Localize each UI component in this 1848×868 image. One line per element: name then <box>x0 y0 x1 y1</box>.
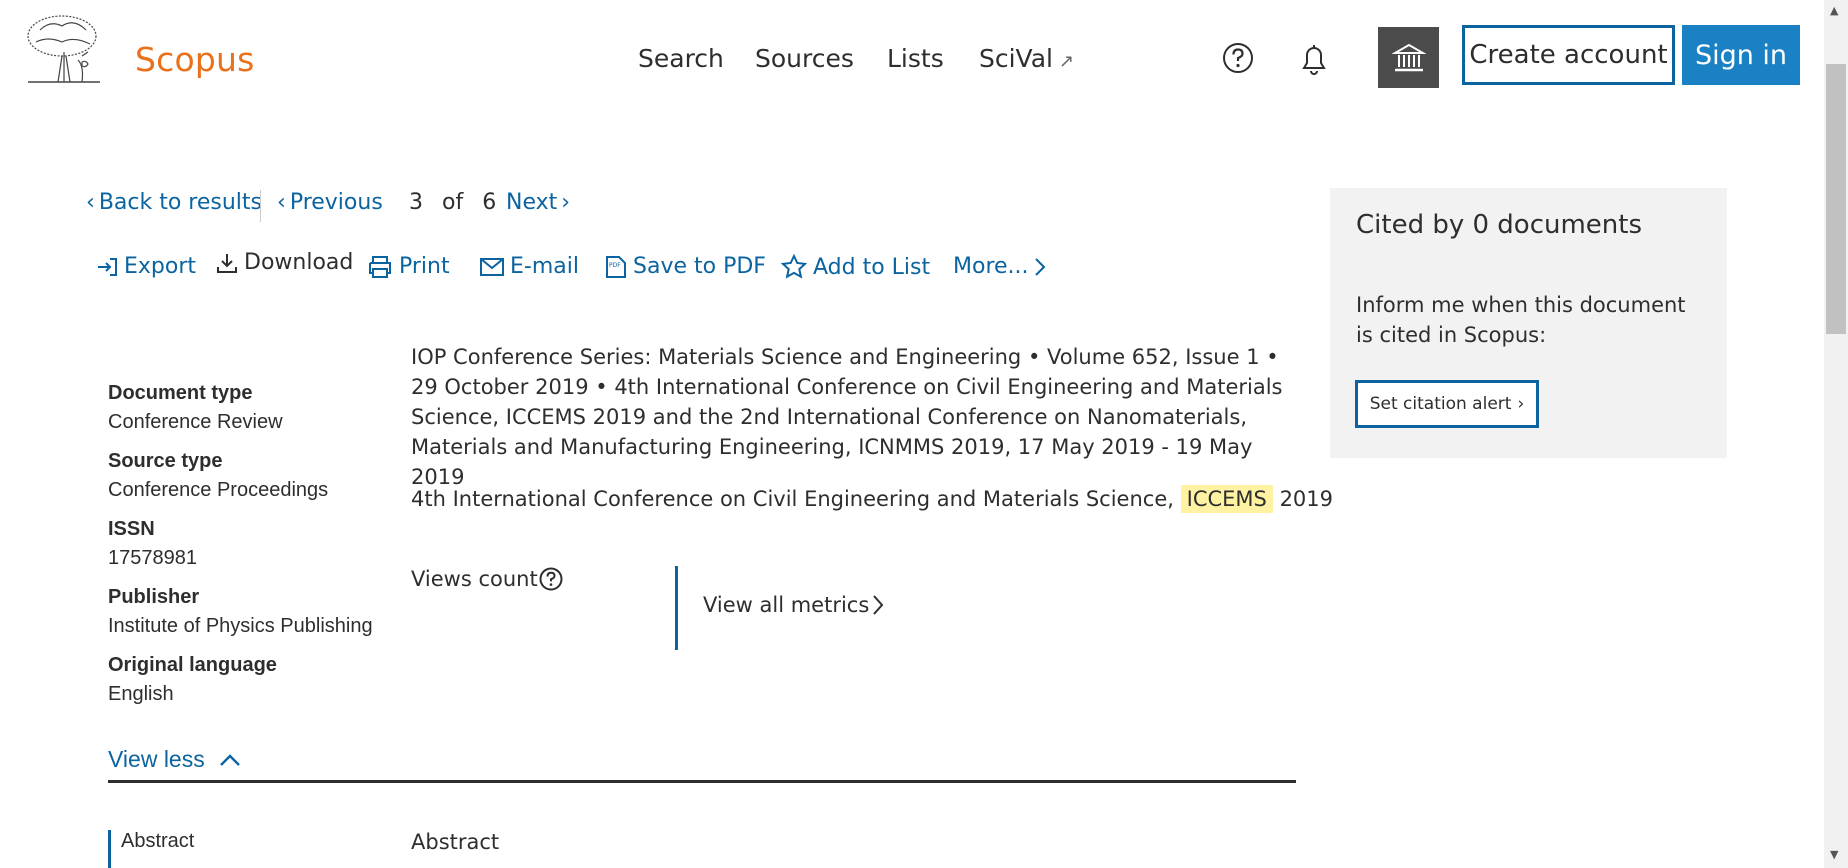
chevron-left-icon: ‹ <box>277 190 286 215</box>
result-position: 3 of 6 <box>409 190 497 215</box>
bullet-separator: • <box>1027 345 1048 369</box>
volume-issue: Volume 652, Issue 1 <box>1047 345 1260 369</box>
mail-icon <box>480 257 504 276</box>
print-button[interactable]: Print <box>367 254 450 279</box>
page-scrollbar[interactable]: ▲ ▼ <box>1824 0 1848 868</box>
document-type-value: Conference Review <box>108 411 283 433</box>
more-button[interactable]: More... <box>953 254 1047 279</box>
institution-button[interactable] <box>1378 27 1439 88</box>
set-citation-alert-button[interactable]: Set citation alert › <box>1355 380 1539 428</box>
nav-scival[interactable]: SciVal ↗ <box>979 44 1074 73</box>
section-divider <box>108 780 1296 783</box>
conference-prefix: 4th International Conference on Civil En… <box>411 487 1174 511</box>
nav-separator <box>260 190 261 222</box>
abstract-side-nav[interactable]: Abstract <box>108 830 194 868</box>
issn-value: 17578981 <box>108 547 197 569</box>
top-header: Scopus Search Sources Lists SciVal ↗ Crea… <box>0 0 1824 118</box>
scroll-down-arrow-icon[interactable]: ▼ <box>1830 848 1838 861</box>
chevron-right-icon <box>1034 257 1045 276</box>
back-to-results-link[interactable]: ‹ Back to results <box>86 190 262 215</box>
document-type-label: Document type <box>108 382 253 404</box>
journal-link[interactable]: IOP Conference Series: Materials Science… <box>411 345 1021 369</box>
help-icon <box>1223 43 1253 73</box>
original-language-label: Original language <box>108 654 277 676</box>
nav-search[interactable]: Search <box>638 44 724 73</box>
bullet-separator: • <box>595 375 615 399</box>
cited-by-panel: Cited by 0 documents Inform me when this… <box>1330 188 1727 458</box>
bell-icon <box>1302 45 1326 75</box>
pdf-icon: PDF <box>606 255 626 278</box>
abstract-heading: Abstract <box>411 830 500 854</box>
conference-line: 4th International Conference on Civil En… <box>411 485 1333 513</box>
nav-scival-label: SciVal <box>979 44 1053 73</box>
source-type-value: Conference Proceedings <box>108 479 329 501</box>
notifications-button[interactable] <box>1298 41 1330 77</box>
chevron-left-icon: ‹ <box>86 190 95 215</box>
save-to-pdf-button[interactable]: PDF Save to PDF <box>605 254 766 279</box>
help-icon[interactable] <box>539 567 563 591</box>
metrics-divider <box>675 566 678 650</box>
export-icon <box>98 257 117 276</box>
previous-link[interactable]: ‹ Previous <box>277 190 383 215</box>
institution-icon <box>1391 43 1426 71</box>
print-icon <box>369 255 391 278</box>
sign-in-button[interactable]: Sign in <box>1682 25 1800 85</box>
scroll-thumb[interactable] <box>1826 64 1846 334</box>
chevron-right-icon: › <box>1517 394 1525 414</box>
add-to-list-button[interactable]: Add to List <box>781 254 930 280</box>
cited-by-title: Cited by 0 documents <box>1356 210 1643 240</box>
publication-date: 29 October 2019 <box>411 375 589 399</box>
views-count: Views count <box>411 567 563 591</box>
scopus-brand[interactable]: Scopus <box>135 40 255 79</box>
search-highlight: ICCEMS <box>1180 485 1273 513</box>
chevron-right-icon <box>873 595 884 615</box>
nav-lists[interactable]: Lists <box>887 44 944 73</box>
view-less-toggle[interactable]: View less <box>108 746 241 773</box>
source-info: IOP Conference Series: Materials Science… <box>411 342 1301 492</box>
nav-sources[interactable]: Sources <box>755 44 854 73</box>
view-all-metrics-link[interactable]: View all metrics <box>703 593 885 617</box>
document-metadata: Document type Conference Review Source t… <box>108 382 408 722</box>
next-link[interactable]: Next › <box>506 190 570 215</box>
download-button[interactable]: Download <box>216 250 353 275</box>
download-icon <box>217 253 237 273</box>
chevron-right-icon: › <box>561 190 571 215</box>
bullet-separator: • <box>1266 345 1279 369</box>
issn-label: ISSN <box>108 518 155 540</box>
star-icon <box>781 254 807 279</box>
elsevier-tree-logo[interactable] <box>22 12 106 86</box>
create-account-button[interactable]: Create account <box>1462 25 1675 85</box>
help-button[interactable] <box>1222 42 1254 74</box>
conference-suffix: 2019 <box>1279 487 1334 511</box>
svg-text:PDF: PDF <box>609 262 621 269</box>
citation-alert-text: Inform me when this document is cited in… <box>1356 293 1686 347</box>
publisher-label: Publisher <box>108 586 200 608</box>
source-type-label: Source type <box>108 450 223 472</box>
scroll-up-arrow-icon[interactable]: ▲ <box>1830 4 1838 17</box>
external-link-icon: ↗ <box>1059 51 1075 72</box>
email-button[interactable]: E-mail <box>480 254 579 279</box>
publisher-value: Institute of Physics Publishing <box>108 615 373 637</box>
original-language-value: English <box>108 683 174 705</box>
chevron-up-icon <box>219 753 240 766</box>
export-button[interactable]: Export <box>96 254 196 279</box>
